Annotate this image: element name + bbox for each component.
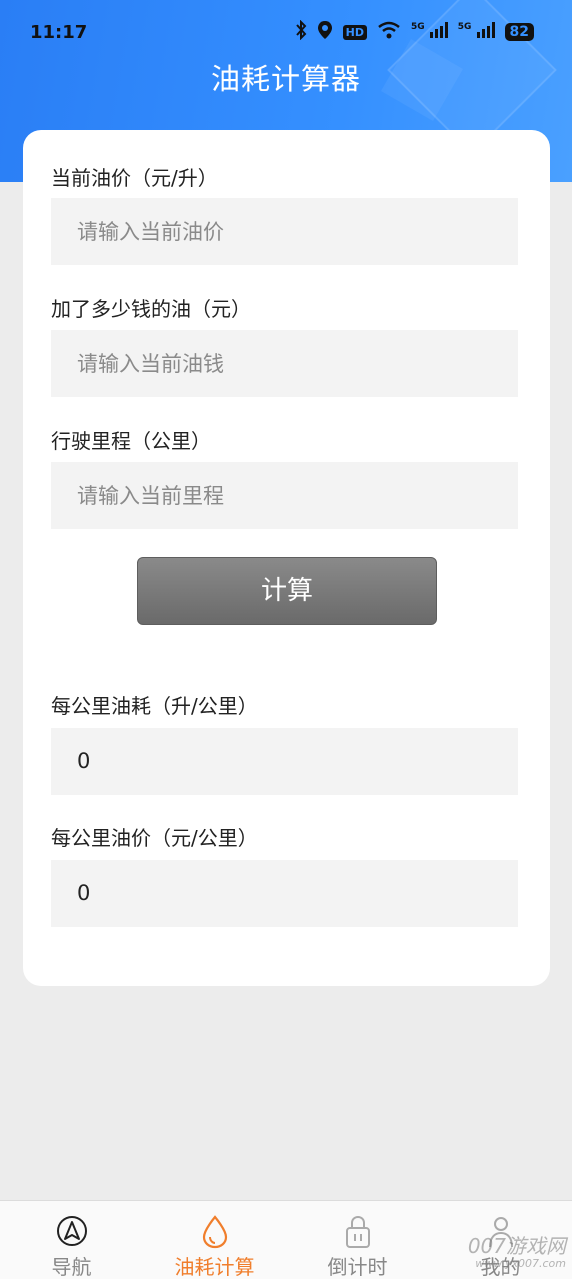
calculate-button[interactable]: 计算 — [137, 557, 437, 625]
watermark: 007游戏网 www.yx007.com — [468, 1236, 566, 1273]
fuel-drop-icon — [201, 1215, 229, 1253]
status-time: 11:17 — [30, 22, 88, 43]
battery-icon: 82 — [504, 23, 534, 41]
wifi-icon — [377, 21, 401, 43]
distance-label: 行驶里程（公里） — [51, 429, 211, 453]
money-input[interactable] — [51, 330, 518, 397]
location-icon — [317, 20, 333, 44]
price-label: 当前油价（元/升） — [51, 166, 218, 190]
tab-fuel-calculator[interactable]: 油耗计算 — [143, 1201, 286, 1279]
calculator-card: 当前油价（元/升） 加了多少钱的油（元） 行驶里程（公里） 计算 每公里油耗（升… — [23, 130, 550, 986]
cost-label: 每公里油价（元/公里） — [51, 826, 258, 850]
hd-icon: HD — [342, 24, 368, 40]
tab-navigation[interactable]: 导航 — [0, 1201, 143, 1279]
cost-value: 0 — [51, 860, 518, 927]
signal-icon: 5G — [458, 22, 495, 42]
tab-countdown[interactable]: 倒计时 — [286, 1201, 429, 1279]
navigation-icon — [56, 1215, 88, 1251]
distance-input[interactable] — [51, 462, 518, 529]
status-icons: HD 5G 5G 82 — [295, 19, 534, 44]
money-label: 加了多少钱的油（元） — [51, 297, 251, 321]
lock-icon — [344, 1215, 372, 1253]
signal-icon: 5G — [411, 22, 448, 42]
tab-label: 油耗计算 — [174, 1255, 255, 1279]
bluetooth-icon — [295, 19, 307, 44]
tab-label: 导航 — [51, 1255, 92, 1279]
consumption-label: 每公里油耗（升/公里） — [51, 694, 258, 718]
price-input[interactable] — [51, 198, 518, 265]
tab-label: 倒计时 — [327, 1255, 388, 1279]
page-title: 油耗计算器 — [210, 62, 361, 96]
consumption-value: 0 — [51, 728, 518, 795]
watermark-url: www.yx007.com — [475, 1257, 566, 1270]
